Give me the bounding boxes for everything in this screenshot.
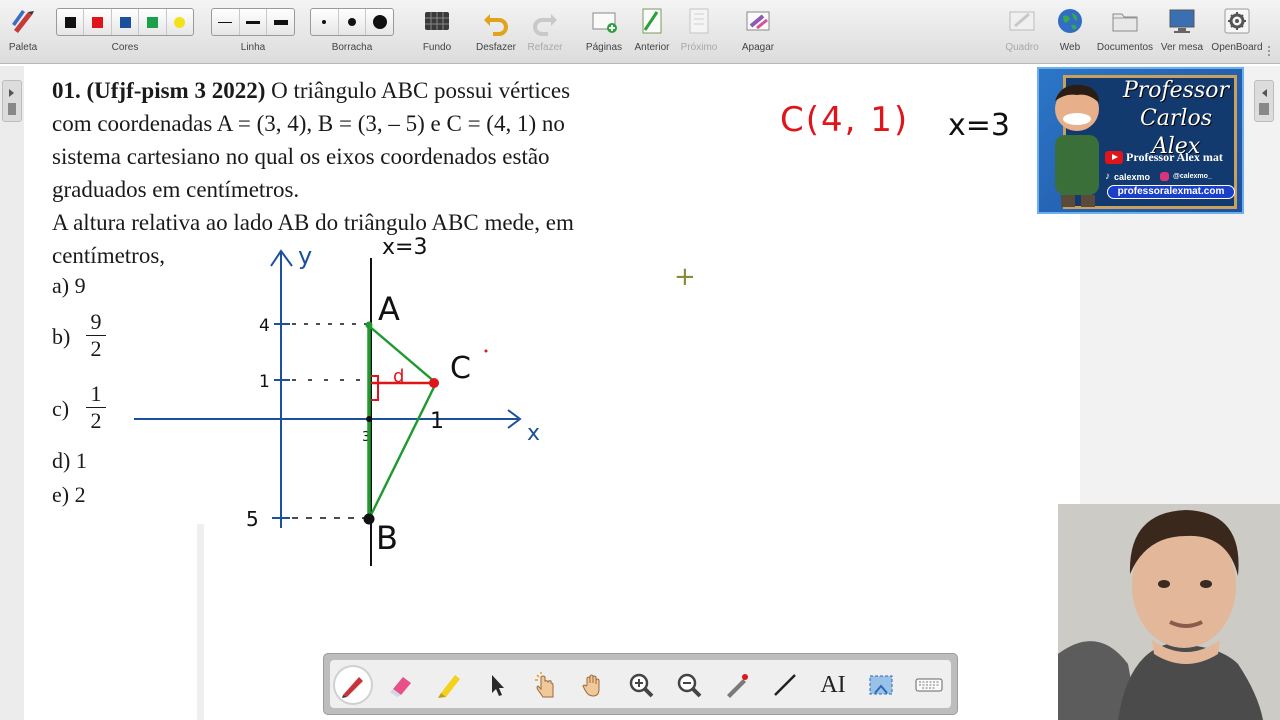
laser-pointer-tool-button[interactable] xyxy=(719,667,755,703)
zoom-out-tool-button[interactable] xyxy=(671,667,707,703)
screen-capture-icon xyxy=(869,675,893,695)
height-label: d xyxy=(393,366,404,387)
tiktok-icon: ♪ xyxy=(1105,171,1110,182)
stray-dot xyxy=(484,349,488,353)
webcam-overlay xyxy=(1058,504,1280,720)
banner-title: Professor Carlos Alex xyxy=(1113,77,1239,161)
text-tool-icon: AI xyxy=(820,671,846,698)
instagram-icon xyxy=(1160,172,1170,181)
banner-title-line-1: Professor xyxy=(1122,78,1230,103)
eraser-tool-button[interactable] xyxy=(383,667,419,703)
capture-tool-button[interactable] xyxy=(863,667,899,703)
label-a: A xyxy=(378,290,400,328)
hand-tool-button[interactable] xyxy=(575,667,611,703)
stylus-toolbar: AI xyxy=(323,653,958,715)
point-a-dot xyxy=(365,321,373,329)
point-b-dot xyxy=(363,513,375,525)
line-tool-button[interactable] xyxy=(767,667,803,703)
tick-label-1: 1 xyxy=(259,372,270,392)
text-tool-button[interactable]: AI xyxy=(815,667,851,703)
channel-banner: Professor Carlos Alex Professor Alex mat… xyxy=(1037,67,1244,214)
pen-icon xyxy=(342,677,363,698)
eraser-icon xyxy=(390,677,411,697)
tick-label-c1: 1 xyxy=(430,409,444,434)
y-axis-label: y xyxy=(298,242,312,270)
presenter-video xyxy=(1058,504,1280,720)
right-angle-mark xyxy=(371,375,379,401)
point-c-dot xyxy=(429,378,439,388)
zoom-in-tool-button[interactable] xyxy=(623,667,659,703)
select-tool-button[interactable] xyxy=(479,667,515,703)
label-b: B xyxy=(376,519,398,557)
hand-pan-icon xyxy=(582,674,600,697)
zoom-out-icon xyxy=(677,673,702,698)
banner-youtube: Professor Alex mat xyxy=(1105,150,1235,165)
pointing-hand-icon xyxy=(535,672,554,698)
interact-tool-button[interactable] xyxy=(527,667,563,703)
intersection-dot xyxy=(366,416,372,422)
banner-socials: ♪ calexmo @calexmo_ xyxy=(1105,171,1235,182)
triangle-abc xyxy=(367,323,438,520)
keyboard-icon xyxy=(915,678,943,692)
pen-tool-button[interactable] xyxy=(335,667,371,703)
highlighter-icon xyxy=(438,675,460,698)
vertical-line-label: x=3 xyxy=(382,235,427,260)
arrow-cursor-icon xyxy=(492,675,504,696)
tick-label-5: 5 xyxy=(246,507,259,531)
tick-label-4: 4 xyxy=(259,316,270,336)
caricature-image xyxy=(1055,84,1099,207)
zoom-in-icon xyxy=(629,673,654,698)
laser-pointer-icon xyxy=(727,674,748,698)
banner-website: professoralexmat.com xyxy=(1107,185,1235,199)
label-c: C xyxy=(450,351,471,386)
highlighter-tool-button[interactable] xyxy=(431,667,467,703)
youtube-icon xyxy=(1105,151,1123,164)
page-shadow-strip xyxy=(197,524,204,720)
x-axis-label: x xyxy=(527,421,540,446)
banner-instagram-text: @calexmo_ xyxy=(1173,173,1212,180)
banner-youtube-text: Professor Alex mat xyxy=(1126,150,1223,164)
virtual-keyboard-tool-button[interactable] xyxy=(911,667,947,703)
line-icon xyxy=(774,674,796,696)
banner-tiktok-text: calexmo xyxy=(1114,171,1151,182)
